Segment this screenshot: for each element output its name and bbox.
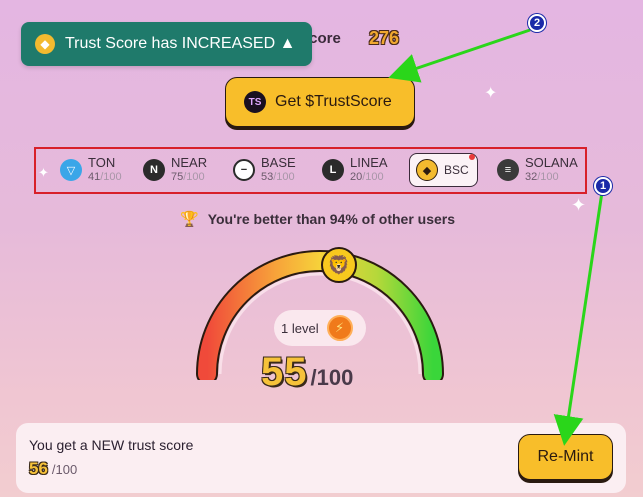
annotation-arrow-1 [553, 191, 604, 446]
chain-tab-near[interactable]: N NEAR 75/100 [143, 153, 207, 187]
current-score-value: 55 [261, 350, 308, 394]
chain-tab-base[interactable]: − BASE 53/100 [233, 153, 296, 187]
new-score-max: /100 [51, 462, 78, 477]
chain-name: BASE [261, 155, 296, 170]
chain-tab-solana[interactable]: ≡ SOLANA 32/100 [497, 153, 578, 187]
trophy-icon: 🏆 [180, 211, 199, 228]
chain-score: 75 [171, 171, 184, 183]
header-score-value: 276 [369, 28, 400, 48]
notification-dot [468, 154, 475, 160]
new-score: 56 /100 [29, 459, 77, 479]
chain-tab-ton[interactable]: ▽ TON 41/100 [60, 153, 122, 187]
level-label: 1 level [281, 320, 319, 336]
new-score-value: 56 [29, 459, 48, 478]
gauge-avatar-icon: 🦁 [321, 247, 357, 283]
solana-icon: ≡ [497, 159, 519, 181]
chain-selector: ▽ TON 41/100 N NEAR 75/100 − BASE 53/100… [34, 147, 587, 194]
level-badge: 1 level ⚡ [274, 310, 366, 346]
chain-score-max: /100 [183, 171, 205, 183]
chain-tab-linea[interactable]: L LINEA 20/100 [322, 153, 388, 187]
chain-score: 53 [261, 171, 274, 183]
chain-tab-bsc[interactable]: ◆ BSC [409, 153, 478, 187]
base-icon: − [233, 159, 255, 181]
chain-name: LINEA [350, 155, 388, 170]
chain-name: NEAR [171, 155, 208, 170]
current-score-max: /100 [310, 365, 354, 390]
chain-score-max: /100 [537, 171, 559, 183]
new-score-title: You get a NEW trust score [29, 437, 194, 453]
near-icon: N [143, 159, 165, 181]
toast-notification: ◆ Trust Score has INCREASED ▲ [21, 22, 312, 66]
linea-icon: L [322, 159, 344, 181]
annotation-badge-2: 2 [528, 14, 546, 32]
chain-score: 41 [88, 171, 101, 183]
annotation-arrow-2 [388, 28, 531, 83]
chain-score-max: /100 [273, 171, 295, 183]
chain-score-max: /100 [362, 171, 384, 183]
new-score-panel: You get a NEW trust score 56 /100 Re-Min… [16, 423, 626, 493]
trustscore-logo-icon: TS [244, 91, 266, 113]
percentile-text: You're better than 94% of other users [207, 211, 456, 227]
chain-score: 32 [525, 171, 538, 183]
get-trustscore-label: Get $TrustScore [275, 93, 392, 110]
percentile-message: 🏆 You're better than 94% of other users [180, 210, 455, 228]
current-score: 55 /100 [261, 350, 353, 395]
sparkle-icon: ✦ [484, 85, 498, 102]
chain-name: TON [88, 155, 116, 170]
toast-message: Trust Score has INCREASED ▲ [65, 35, 296, 52]
bnb-coin-icon: ◆ [35, 34, 55, 54]
remint-button[interactable]: Re-Mint [518, 434, 613, 480]
ton-icon: ▽ [60, 159, 82, 181]
get-trustscore-button[interactable]: TS Get $TrustScore [225, 77, 415, 127]
lightning-icon: ⚡ [326, 315, 353, 341]
chain-name: BSC [444, 163, 469, 177]
chain-score-max: /100 [100, 171, 122, 183]
annotation-badge-1: 1 [594, 177, 612, 195]
bsc-icon: ◆ [416, 159, 438, 181]
chain-name: SOLANA [525, 155, 578, 170]
sparkle-icon: ✦ [571, 195, 587, 215]
chain-score: 20 [350, 171, 363, 183]
